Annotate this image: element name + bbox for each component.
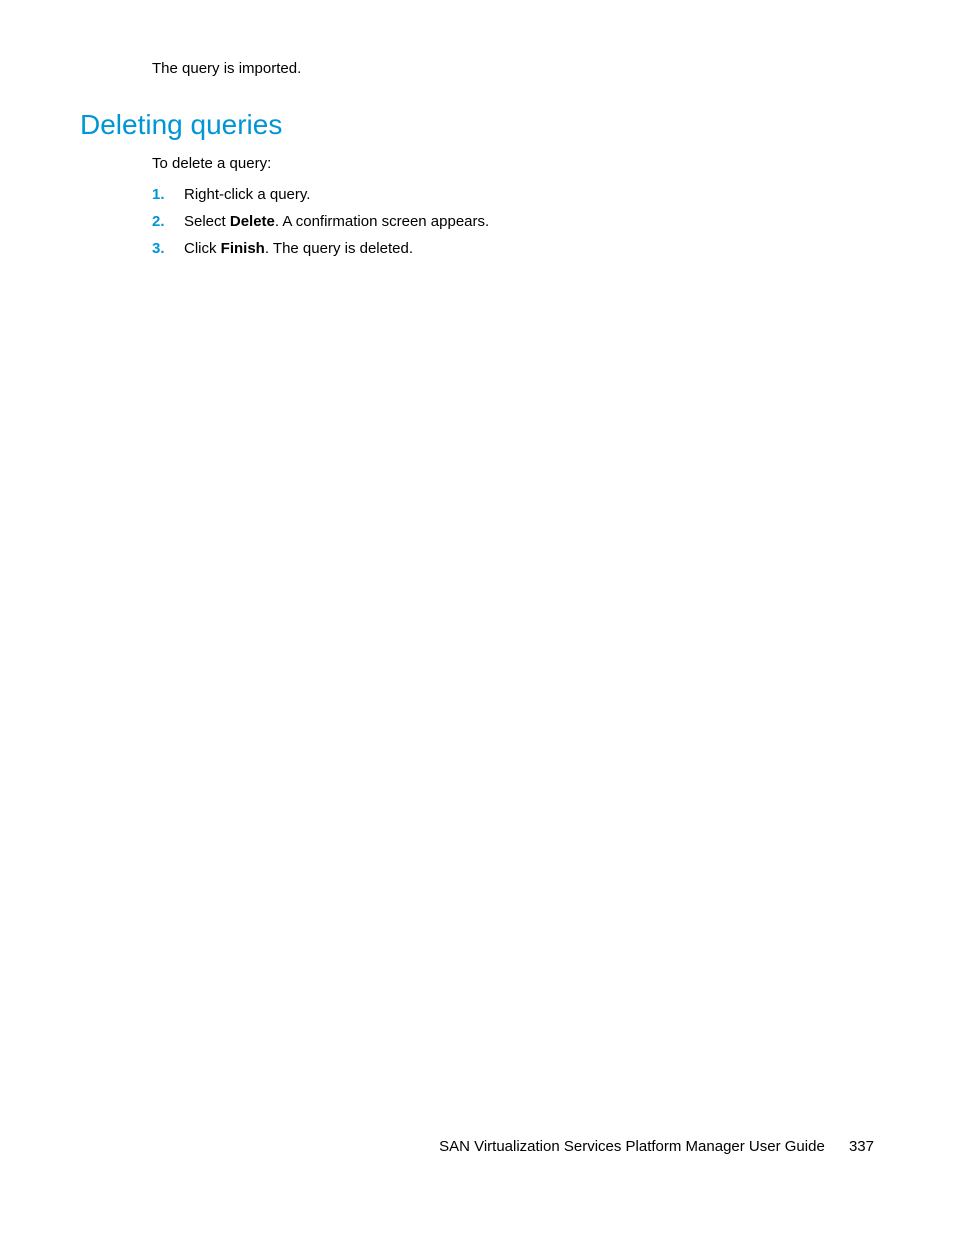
- list-number: 2.: [152, 213, 165, 230]
- steps-list: 1. Right-click a query. 2. Select Delete…: [152, 186, 874, 257]
- list-number: 1.: [152, 186, 165, 203]
- list-text: Click Finish. The query is deleted.: [184, 240, 413, 257]
- list-text: Right-click a query.: [184, 186, 310, 203]
- page-footer: SAN Virtualization Services Platform Man…: [439, 1138, 874, 1155]
- section-heading: Deleting queries: [80, 109, 874, 141]
- footer-title: SAN Virtualization Services Platform Man…: [439, 1138, 825, 1155]
- list-item: 2. Select Delete. A confirmation screen …: [152, 213, 874, 230]
- list-number: 3.: [152, 240, 165, 257]
- list-item: 3. Click Finish. The query is deleted.: [152, 240, 874, 257]
- footer-page-number: 337: [849, 1138, 874, 1155]
- intro-text: The query is imported.: [152, 60, 874, 77]
- list-item: 1. Right-click a query.: [152, 186, 874, 203]
- section-subtext: To delete a query:: [152, 155, 874, 172]
- list-text: Select Delete. A confirmation screen app…: [184, 213, 489, 230]
